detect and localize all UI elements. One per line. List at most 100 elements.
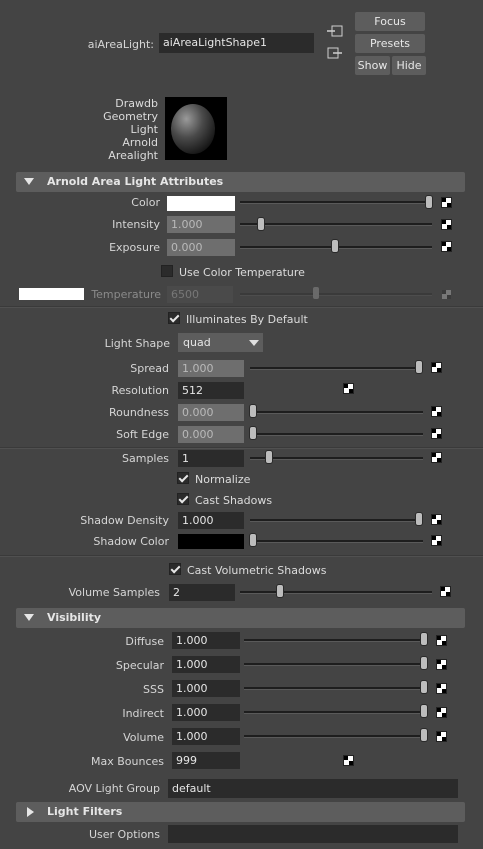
output-connection-icon[interactable] [327,46,343,60]
volume-samples-slider-thumb[interactable] [277,585,283,597]
illuminates-by-default-checkbox[interactable] [168,312,180,324]
cast-volumetric-shadows-label: Cast Volumetric Shadows [187,564,327,577]
roundness-slider-track[interactable] [250,411,423,414]
diffuse-slider-track[interactable] [244,639,428,642]
cast-volumetric-shadows-checkbox[interactable] [169,563,181,575]
samples-slider-thumb[interactable] [266,451,272,463]
sss-slider-track[interactable] [244,687,428,690]
use-color-temperature-checkbox[interactable] [161,265,173,277]
aov-light-group-field[interactable]: default [168,779,458,798]
swatch-text-line: Light [130,123,158,136]
sss-label: SSS [143,683,164,696]
samples-slider-track[interactable] [250,457,423,460]
shadow-color-swatch[interactable] [178,534,244,549]
spread-label: Spread [130,362,169,375]
color-slider-thumb[interactable] [426,196,432,208]
section-arnold-area-light[interactable]: Arnold Area Light Attributes [16,172,465,192]
swatch-classification-text: Drawdb Geometry Light Arnold Arealight [90,97,158,162]
swatch-text-line: Drawdb [115,97,158,110]
resolution-map-button[interactable] [343,383,354,394]
shadow-density-field[interactable]: 1.000 [178,512,244,529]
max-bounces-field[interactable]: 999 [172,752,240,769]
spread-slider-thumb[interactable] [416,361,422,373]
indirect-map-button[interactable] [436,707,447,718]
soft-edge-slider-thumb[interactable] [250,427,256,439]
soft-edge-slider-track[interactable] [250,433,423,436]
user-options-field[interactable] [168,825,458,843]
max-bounces-map-button[interactable] [343,755,354,766]
volume-samples-slider-track[interactable] [240,591,432,594]
soft-edge-map-button[interactable] [431,428,442,439]
specular-slider-track[interactable] [244,663,428,666]
specular-field[interactable]: 1.000 [172,656,240,673]
intensity-map-button[interactable] [441,219,452,230]
specular-map-button[interactable] [436,659,447,670]
shadow-color-slider-track[interactable] [250,540,423,543]
spread-field[interactable]: 1.000 [178,360,244,377]
user-options-label: User Options [88,828,160,841]
exposure-field[interactable]: 0.000 [167,239,235,256]
diffuse-field[interactable]: 1.000 [172,632,240,649]
temperature-slider-thumb [313,287,319,299]
swatch-text-line: Geometry [103,110,158,123]
intensity-field[interactable]: 1.000 [167,216,235,233]
volume-label: Volume [123,731,164,744]
swatch-text-line: Arealight [108,149,158,162]
section-visibility[interactable]: Visibility [16,608,465,628]
cast-shadows-checkbox[interactable] [177,493,189,505]
diffuse-map-button[interactable] [436,635,447,646]
color-swatch[interactable] [167,196,235,211]
node-type-label: aiAreaLight: [87,38,154,51]
material-swatch-preview[interactable] [165,97,227,160]
sss-field[interactable]: 1.000 [172,680,240,697]
sss-slider-thumb[interactable] [421,681,427,693]
volume-field[interactable]: 1.000 [172,728,240,745]
volume-samples-map-button[interactable] [440,586,451,597]
divider [0,555,483,557]
intensity-slider-thumb[interactable] [258,218,264,230]
indirect-slider-thumb[interactable] [421,705,427,717]
max-bounces-label: Max Bounces [90,755,164,768]
roundness-label: Roundness [108,406,169,419]
show-button[interactable]: Show [355,56,390,75]
roundness-map-button[interactable] [431,406,442,417]
diffuse-slider-thumb[interactable] [421,633,427,645]
focus-button[interactable]: Focus [355,12,425,31]
divider [0,447,483,449]
shadow-color-map-button[interactable] [431,535,442,546]
resolution-field[interactable]: 512 [178,382,244,399]
color-map-button[interactable] [441,197,452,208]
presets-button[interactable]: Presets [355,34,425,53]
section-light-filters[interactable]: Light Filters [16,802,465,822]
intensity-slider-track[interactable] [240,223,432,226]
sss-map-button[interactable] [436,683,447,694]
color-slider-track[interactable] [240,201,432,204]
samples-map-button[interactable] [431,452,442,463]
exposure-map-button[interactable] [441,241,452,252]
spread-map-button[interactable] [431,362,442,373]
soft-edge-field[interactable]: 0.000 [178,426,244,443]
volume-samples-field[interactable]: 2 [169,584,235,601]
indirect-field[interactable]: 1.000 [172,704,240,721]
roundness-slider-thumb[interactable] [250,405,256,417]
node-name-field[interactable]: aiAreaLightShape1 [159,33,314,53]
shadow-density-slider-track[interactable] [250,519,423,522]
spread-slider-track[interactable] [250,367,423,370]
chevron-down-icon[interactable] [249,340,259,346]
light-shape-label: Light Shape [104,337,170,350]
hide-button[interactable]: Hide [392,56,426,75]
volume-slider-thumb[interactable] [421,729,427,741]
volume-slider-track[interactable] [244,735,428,738]
shadow-color-slider-thumb[interactable] [250,534,256,546]
exposure-slider-thumb[interactable] [332,240,338,252]
samples-field[interactable]: 1 [178,450,244,467]
normalize-checkbox[interactable] [177,472,189,484]
specular-slider-thumb[interactable] [421,657,427,669]
volume-map-button[interactable] [436,731,447,742]
shadow-density-map-button[interactable] [431,514,442,525]
shadow-density-slider-thumb[interactable] [416,513,422,525]
roundness-field[interactable]: 0.000 [178,404,244,421]
temperature-slider-track [240,293,432,296]
input-connection-icon[interactable] [327,24,343,38]
indirect-slider-track[interactable] [244,711,428,714]
